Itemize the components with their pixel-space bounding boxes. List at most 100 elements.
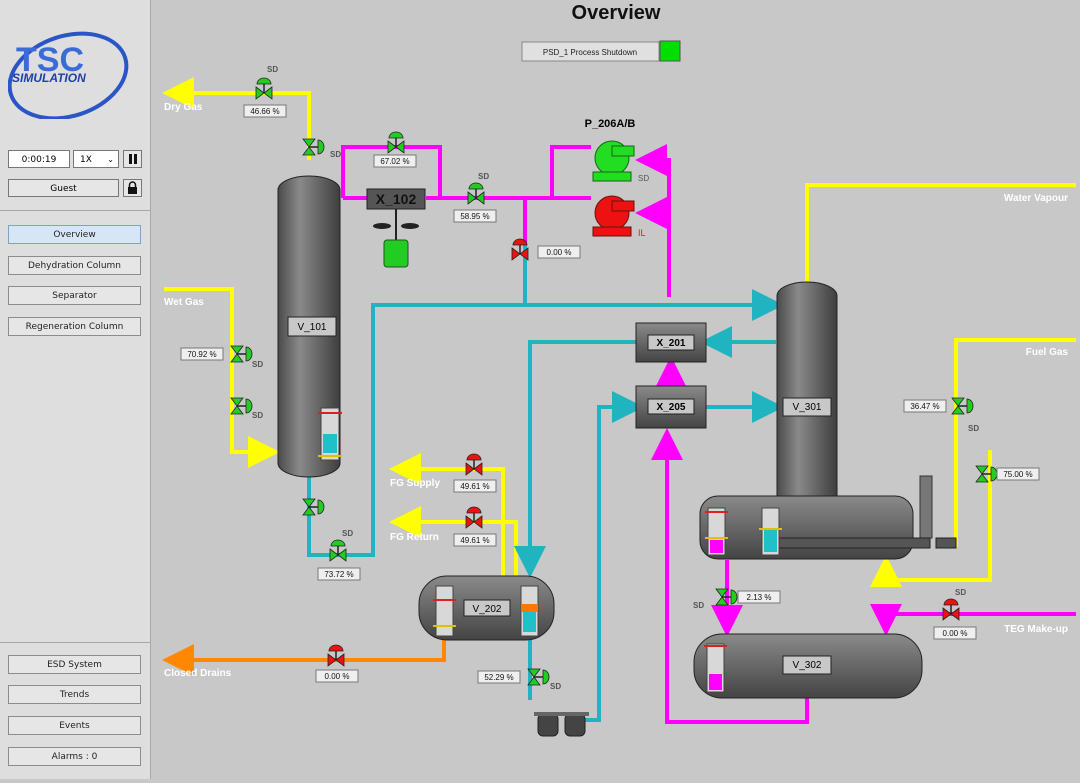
sim-time-field[interactable]: 0:00:19 — [8, 150, 70, 168]
label-dry-gas: Dry Gas — [164, 102, 203, 113]
nav-alarms[interactable]: Alarms : 0 — [8, 747, 141, 766]
label-teg-makeup: TEG Make-up — [1004, 624, 1068, 635]
valve-fg-supply[interactable]: 49.61 % — [453, 453, 497, 493]
valve-x102-a[interactable]: 67.02 % — [373, 131, 417, 168]
svg-text:49.61 %: 49.61 % — [460, 482, 489, 491]
column-v301[interactable]: V_301 — [699, 281, 957, 560]
sim-speed-value: 1X — [80, 155, 92, 165]
pump-p206b[interactable] — [592, 195, 635, 237]
svg-text:75.00 %: 75.00 % — [1003, 470, 1032, 479]
page-title: Overview — [572, 2, 661, 24]
valve-position-readout: 70.92 % — [180, 347, 224, 361]
psd-status-lamp — [659, 40, 681, 62]
svg-text:SIMULATION: SIMULATION — [12, 71, 86, 85]
svg-text:V_301: V_301 — [793, 402, 822, 413]
svg-text:0.00 %: 0.00 % — [325, 672, 350, 681]
separator-v202[interactable]: V_202 — [418, 575, 555, 641]
svg-text:58.95 %: 58.95 % — [460, 212, 489, 221]
divider — [0, 210, 150, 211]
process-diagram: Overview PSD_1 Process Shutdown V_101 X_… — [151, 0, 1080, 779]
valve-position-readout: 46.66 % — [243, 104, 287, 118]
valve-fuel-gas[interactable]: 36.47 % SD — [903, 397, 979, 433]
valve-position-readout: 52.29 % — [477, 670, 521, 684]
svg-text:67.02 %: 67.02 % — [380, 157, 409, 166]
surge-drum-v302[interactable]: V_302 — [693, 633, 923, 699]
sd-tag: SD — [252, 360, 263, 369]
pause-button[interactable] — [123, 150, 142, 168]
svg-text:52.29 %: 52.29 % — [484, 673, 513, 682]
label-closed-drains: Closed Drains — [164, 668, 232, 679]
filters — [534, 712, 589, 737]
nav-overview[interactable]: Overview — [8, 225, 141, 244]
pid-canvas: Overview PSD_1 Process Shutdown V_101 X_… — [162, 2, 1076, 737]
nav-trends[interactable]: Trends — [8, 685, 141, 704]
svg-text:V_101: V_101 — [298, 322, 327, 333]
svg-text:46.66 %: 46.66 % — [250, 107, 279, 116]
login-button[interactable] — [123, 179, 142, 197]
valve-wet-gas[interactable]: 70.92 % SD — [180, 345, 263, 369]
exchanger-x205[interactable]: X_205 — [635, 385, 707, 429]
nav-regeneration-column[interactable]: Regeneration Column — [8, 317, 141, 336]
valve-position-readout: 73.72 % — [317, 567, 361, 581]
nav-events[interactable]: Events — [8, 716, 141, 735]
svg-text:SD: SD — [638, 174, 649, 183]
sd-tag: SD — [252, 411, 263, 420]
sd-tag: SD — [550, 682, 561, 691]
sd-tag: SD — [478, 172, 489, 181]
valve-position-readout: 36.47 % — [903, 399, 947, 413]
svg-text:73.72 %: 73.72 % — [324, 570, 353, 579]
nav-dehydration-column[interactable]: Dehydration Column — [8, 256, 141, 275]
sd-tag: SD — [693, 601, 704, 610]
pause-icon — [129, 154, 132, 164]
pump-label: P_206A/B — [585, 118, 636, 130]
valve-fuel-gas-2[interactable]: 75.00 % — [975, 465, 1040, 483]
svg-text:2.13 %: 2.13 % — [747, 593, 772, 602]
valve-v202-out[interactable]: 52.29 % SD — [477, 668, 561, 691]
sd-tag: SD — [267, 65, 278, 74]
tsc-logo: TSC SIMULATION — [8, 31, 129, 119]
valve-position-readout: 0.00 % — [315, 669, 359, 683]
svg-text:V_202: V_202 — [473, 604, 502, 615]
label-fg-return: FG Return — [390, 532, 439, 543]
svg-text:49.61 %: 49.61 % — [460, 536, 489, 545]
label-water-vapour: Water Vapour — [1004, 193, 1068, 204]
label-wet-gas: Wet Gas — [164, 297, 204, 308]
valve-position-readout: 75.00 % — [996, 467, 1040, 481]
svg-text:70.92 %: 70.92 % — [187, 350, 216, 359]
chevron-down-icon: ⌄ — [107, 155, 114, 164]
svg-text:0.00 %: 0.00 % — [547, 248, 572, 257]
valve-closed-drains[interactable]: 0.00 % — [315, 644, 359, 683]
sd-tag: SD — [955, 588, 966, 597]
pump-p206a[interactable] — [592, 140, 635, 182]
user-field: Guest — [8, 179, 119, 197]
svg-text:IL: IL — [638, 228, 646, 238]
sim-speed-select[interactable]: 1X ⌄ — [73, 150, 119, 168]
shutdown-valve[interactable]: SD — [230, 397, 263, 420]
fan-motor — [383, 239, 409, 268]
valve-position-readout: 2.13 % — [737, 590, 781, 604]
exchanger-x201[interactable]: X_201 — [635, 322, 707, 363]
label-fuel-gas: Fuel Gas — [1026, 347, 1069, 358]
svg-text:X_201: X_201 — [657, 338, 686, 349]
valve-position-readout: 49.61 % — [453, 479, 497, 493]
vessel-v101[interactable]: V_101 — [277, 175, 342, 478]
valve-v301-bottom[interactable]: 2.13 % SD — [693, 588, 781, 610]
label-fg-supply: FG Supply — [390, 478, 440, 489]
divider — [0, 642, 150, 643]
valve-pump-bypass[interactable]: 0.00 % — [511, 238, 581, 261]
shutdown-valve[interactable] — [302, 498, 325, 516]
sd-tag: SD — [968, 424, 979, 433]
sd-tag: SD — [342, 529, 353, 538]
sidebar: TSC SIMULATION 0:00:19 1X ⌄ Guest Overvi… — [0, 0, 151, 779]
cooler-x102[interactable]: X_102 — [366, 188, 426, 268]
orange-pipe — [162, 639, 446, 676]
valve-fg-return[interactable]: 49.61 % — [453, 506, 497, 547]
svg-text:X_205: X_205 — [657, 402, 686, 413]
svg-text:X_102: X_102 — [376, 191, 417, 207]
nav-separator[interactable]: Separator — [8, 286, 141, 305]
psd-indicator[interactable]: PSD_1 Process Shutdown — [521, 40, 681, 62]
nav-esd-system[interactable]: ESD System — [8, 655, 141, 674]
valve-position-readout: 0.00 % — [933, 626, 977, 640]
svg-text:V_302: V_302 — [793, 660, 822, 671]
psd-label: PSD_1 Process Shutdown — [543, 48, 637, 57]
